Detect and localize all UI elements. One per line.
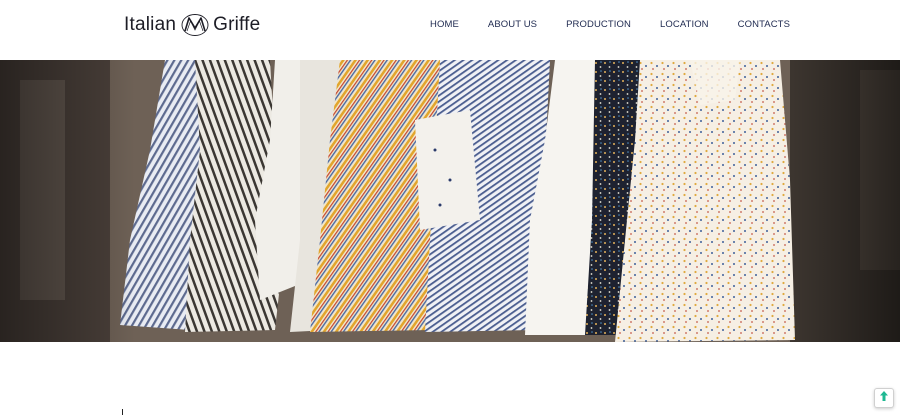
- nav-item-home[interactable]: HOME: [430, 19, 459, 30]
- arrow-up-icon: [879, 389, 889, 407]
- nav-item-contacts[interactable]: CONTACTS: [738, 19, 790, 30]
- logo-text-right: Griffe: [213, 14, 261, 35]
- hero-image: [0, 60, 900, 342]
- back-to-top-button[interactable]: [874, 388, 894, 408]
- text-cursor: [122, 409, 123, 415]
- nav-item-location[interactable]: LOCATION: [660, 19, 709, 30]
- nav-item-about-us[interactable]: ABOUT US: [488, 19, 537, 30]
- logo-text-left: Italian: [124, 14, 177, 35]
- main-nav: HOME ABOUT US PRODUCTION LOCATION CONTAC…: [430, 16, 790, 32]
- logo[interactable]: Italian Griffe: [124, 12, 260, 38]
- content-area: [0, 342, 900, 415]
- monogram-m-icon: [180, 13, 210, 37]
- site-header: Italian Griffe HOME ABOUT US PRODUCTION …: [0, 0, 900, 60]
- clothing-rack-photo: [0, 60, 900, 342]
- nav-item-production[interactable]: PRODUCTION: [566, 19, 631, 30]
